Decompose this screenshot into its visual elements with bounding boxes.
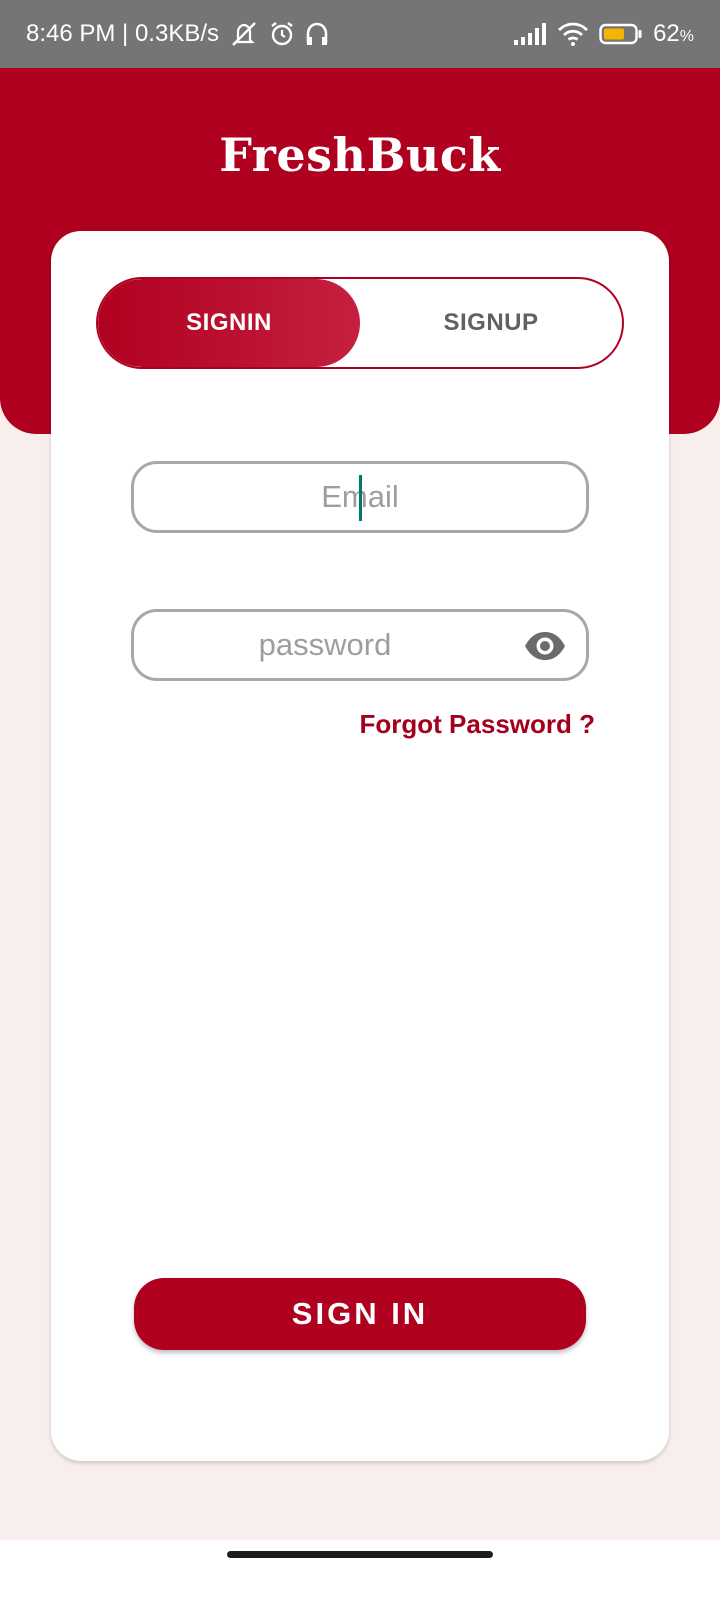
navigation-bar bbox=[0, 1540, 720, 1600]
wifi-icon bbox=[557, 21, 589, 47]
battery-percent: 62 bbox=[653, 20, 680, 47]
home-indicator[interactable] bbox=[227, 1551, 493, 1558]
signal-icon bbox=[513, 23, 547, 45]
headphones-icon bbox=[305, 21, 329, 47]
sign-in-button[interactable]: SIGN IN bbox=[134, 1278, 586, 1350]
tab-signin[interactable]: SIGNIN bbox=[98, 279, 360, 367]
password-field[interactable]: password bbox=[131, 609, 589, 681]
battery-icon bbox=[599, 23, 643, 45]
status-bar: 8:46 PM | 0.3KB/s 62% bbox=[0, 0, 720, 68]
mute-icon bbox=[229, 21, 259, 47]
status-left: 8:46 PM | 0.3KB/s bbox=[26, 20, 329, 48]
forgot-password-link[interactable]: Forgot Password ? bbox=[360, 709, 595, 740]
alarm-icon bbox=[269, 21, 295, 47]
password-placeholder: password bbox=[258, 627, 392, 662]
app-title: FreshBuck bbox=[219, 128, 501, 182]
auth-card: SIGNIN SIGNUP Email password Forgot Pass… bbox=[51, 231, 669, 1461]
status-time-speed: 8:46 PM | 0.3KB/s bbox=[26, 20, 219, 47]
battery-percent-suffix: % bbox=[679, 28, 694, 45]
email-field[interactable]: Email bbox=[131, 461, 589, 533]
text-cursor bbox=[359, 475, 362, 521]
tab-signup[interactable]: SIGNUP bbox=[360, 279, 622, 367]
status-right: 62% bbox=[513, 20, 694, 48]
battery-percent-group: 62% bbox=[653, 20, 694, 48]
auth-tab-toggle: SIGNIN SIGNUP bbox=[96, 277, 624, 369]
eye-icon[interactable] bbox=[524, 630, 566, 662]
